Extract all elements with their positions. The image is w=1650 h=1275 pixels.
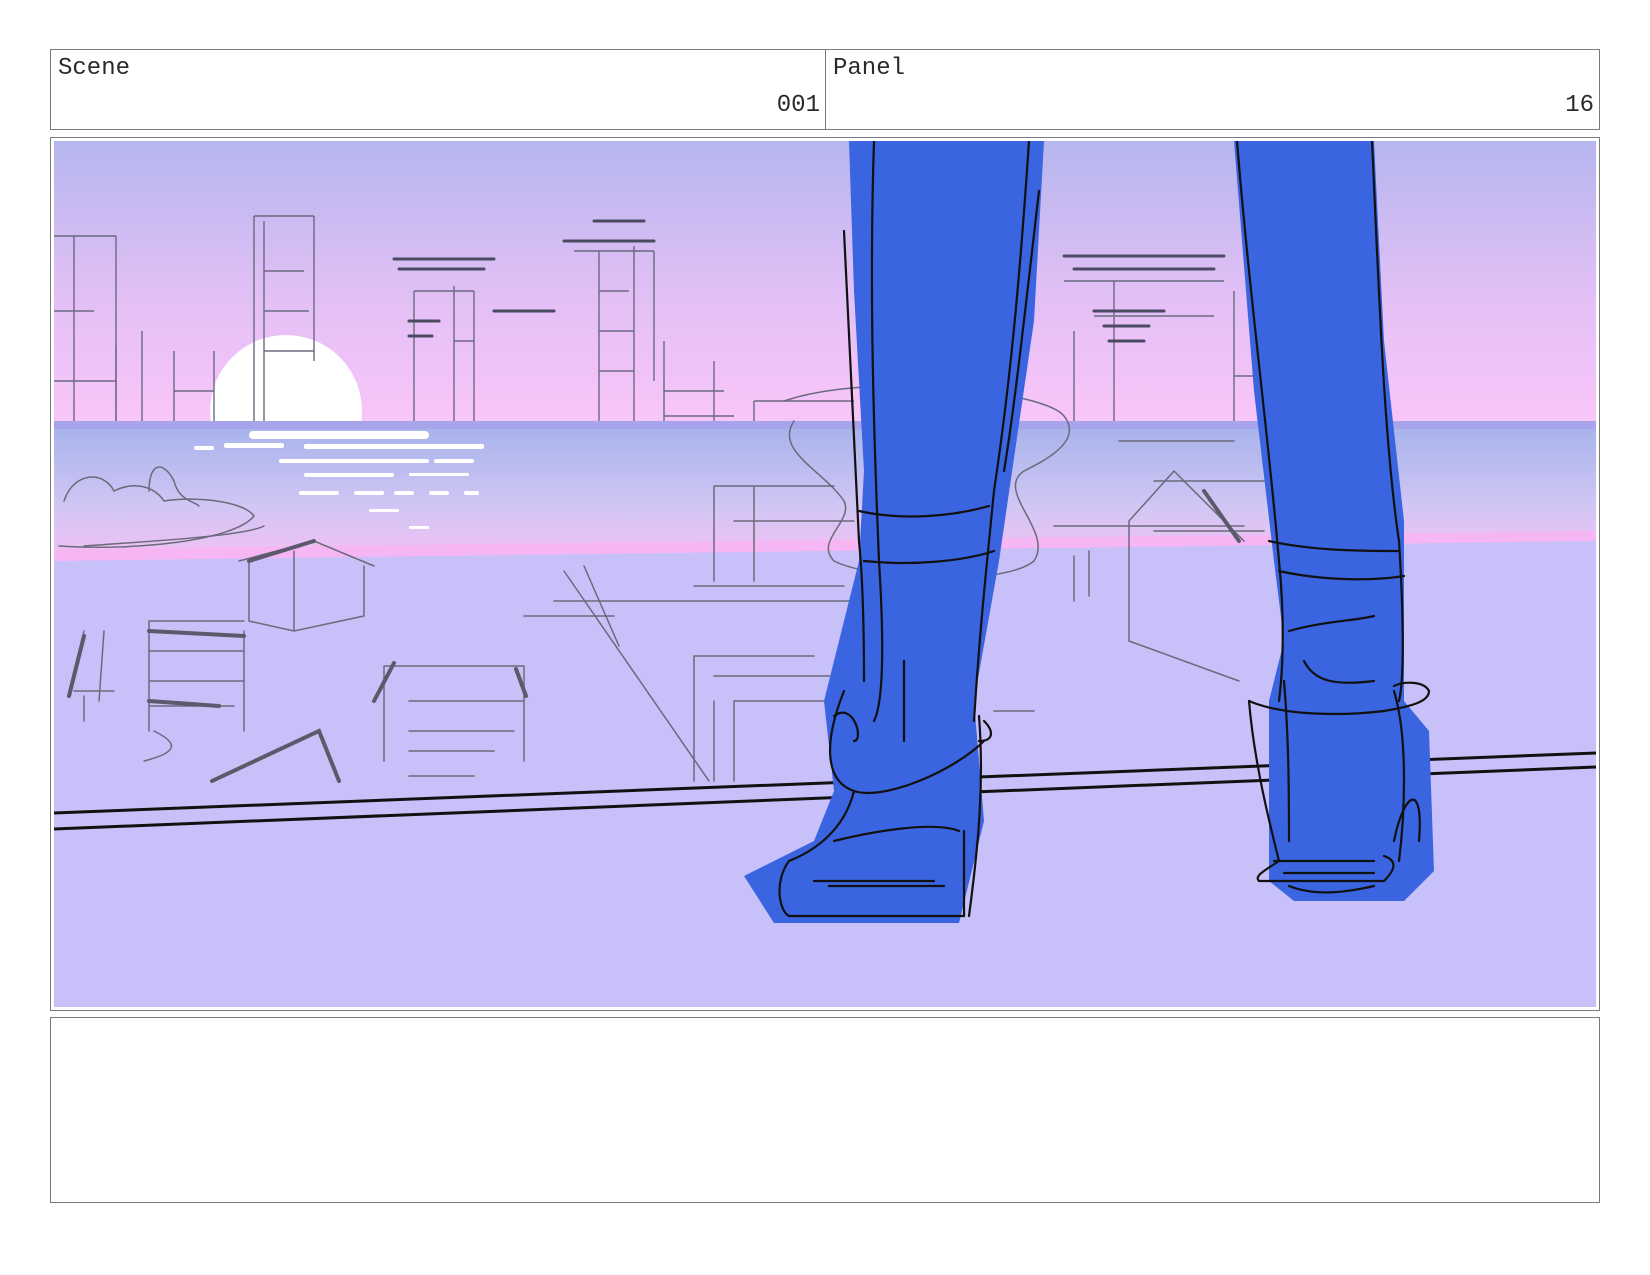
scene-number: 001 — [776, 92, 820, 119]
storyboard-header: Scene 001 Panel 16 — [50, 49, 1600, 130]
scene-cell: Scene 001 — [51, 50, 826, 129]
panel-label: Panel — [833, 55, 906, 82]
panel-number: 16 — [1565, 92, 1594, 119]
scene-label: Scene — [58, 55, 131, 82]
notes-box[interactable] — [50, 1017, 1600, 1203]
panel-drawing — [54, 141, 1596, 1007]
panel-cell: Panel 16 — [826, 50, 1599, 129]
storyboard-frame — [50, 137, 1600, 1011]
